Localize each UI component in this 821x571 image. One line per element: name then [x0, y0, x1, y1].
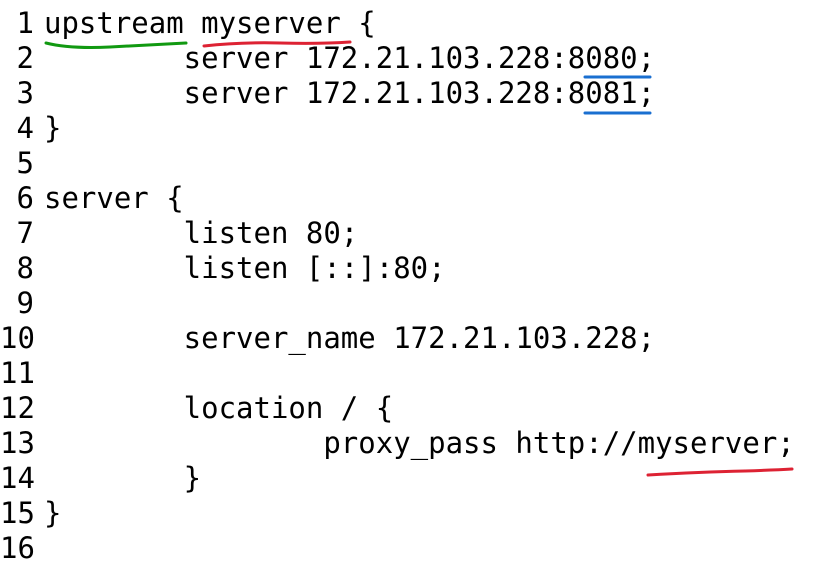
line-number: 6 — [16, 181, 34, 215]
code-text[interactable]: server 172.21.103.228:8081; — [44, 76, 655, 111]
code-line[interactable]: 9 — [0, 286, 821, 321]
line-number: 8 — [16, 251, 34, 285]
code-text[interactable]: location / { — [44, 391, 394, 426]
code-line[interactable]: 7 listen 80; — [0, 216, 821, 251]
code-line[interactable]: 12 location / { — [0, 391, 821, 426]
code-line[interactable]: 15 } — [0, 496, 821, 531]
code-line[interactable]: 14 } — [0, 461, 821, 496]
code-text[interactable]: } — [44, 111, 61, 146]
code-line[interactable]: 8 listen [::]:80; — [0, 251, 821, 286]
line-number: 5 — [16, 146, 34, 180]
code-line[interactable]: 11 — [0, 356, 821, 391]
line-number: 13 — [0, 426, 35, 460]
code-text[interactable]: proxy_pass http://myserver; — [44, 426, 794, 461]
code-line[interactable]: 1 upstream myserver { — [0, 6, 821, 41]
code-text[interactable]: } — [44, 461, 201, 496]
line-number: 3 — [16, 76, 34, 110]
code-line[interactable]: 5 — [0, 146, 821, 181]
line-number: 10 — [0, 321, 35, 355]
code-text[interactable]: server 172.21.103.228:8080; — [44, 41, 655, 76]
code-text[interactable]: server { — [44, 181, 184, 216]
code-text[interactable]: listen [::]:80; — [44, 251, 446, 286]
code-line[interactable]: 2 server 172.21.103.228:8080; — [0, 41, 821, 76]
code-editor[interactable]: 1 upstream myserver { 2 server 172.21.10… — [0, 0, 821, 571]
line-number: 9 — [16, 286, 34, 320]
line-number: 14 — [0, 461, 35, 495]
code-line[interactable]: 13 proxy_pass http://myserver; — [0, 426, 821, 461]
code-text[interactable]: } — [44, 496, 61, 531]
line-number: 7 — [16, 216, 34, 250]
code-text[interactable]: listen 80; — [44, 216, 359, 251]
code-line[interactable]: 3 server 172.21.103.228:8081; — [0, 76, 821, 111]
code-line[interactable]: 4 } — [0, 111, 821, 146]
code-line[interactable]: 16 — [0, 531, 821, 566]
line-number: 12 — [0, 391, 35, 425]
line-number: 1 — [16, 6, 34, 40]
code-line[interactable]: 10 server_name 172.21.103.228; — [0, 321, 821, 356]
line-number: 11 — [0, 356, 35, 390]
code-text[interactable]: server_name 172.21.103.228; — [44, 321, 655, 356]
line-number: 4 — [16, 111, 34, 145]
line-number: 15 — [0, 496, 35, 530]
code-line[interactable]: 6 server { — [0, 181, 821, 216]
line-number: 16 — [0, 531, 35, 565]
code-text[interactable]: upstream myserver { — [44, 6, 376, 41]
line-number: 2 — [16, 41, 34, 75]
